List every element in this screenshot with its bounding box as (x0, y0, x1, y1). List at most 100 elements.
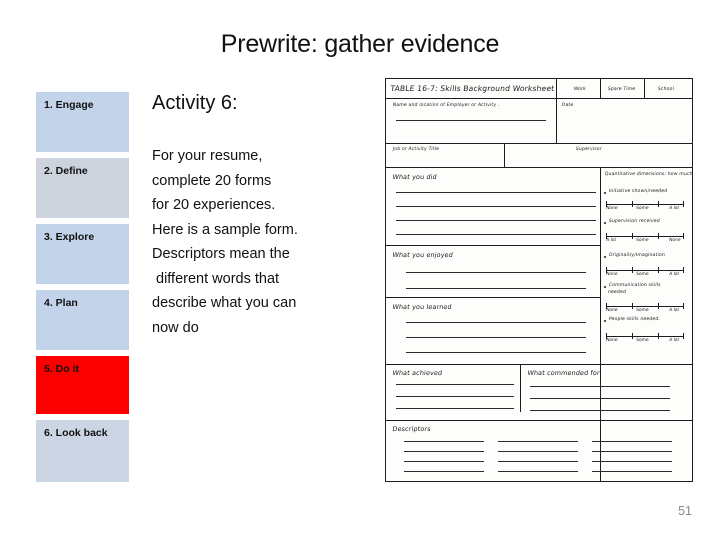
worksheet-divider (504, 143, 506, 167)
worksheet-divider (386, 245, 600, 247)
bullet-icon (604, 192, 607, 195)
sidebar-item-label: 4. Plan (44, 297, 78, 309)
write-line (592, 451, 672, 453)
write-line (530, 410, 670, 412)
write-line (406, 322, 586, 324)
write-line (404, 451, 484, 453)
sidebar-item-label: 2. Define (44, 165, 88, 177)
field-label-what-achieved: What achieved (392, 369, 443, 377)
rating-scale-supervision[interactable]: A lot Some None (606, 231, 685, 243)
write-line (396, 192, 596, 194)
scale-tick-label: None (605, 206, 618, 211)
skills-background-worksheet-image: TABLE 16-7: Skills Background Worksheet … (385, 78, 693, 482)
scale-tick-label: Some (635, 206, 649, 211)
rating-scale-initiative[interactable]: None Some A lot (605, 199, 685, 211)
write-line (404, 441, 484, 443)
field-label-what-commended: What commended for (527, 369, 601, 377)
scale-tick-label: Some (635, 338, 649, 343)
field-label-quantitative: Quantitative dimensions: how much; how m… (604, 172, 693, 177)
write-line (396, 408, 514, 410)
scale-tick-label: None (605, 338, 618, 343)
write-line (498, 441, 578, 443)
sidebar-item-look-back[interactable]: 6. Look back (36, 420, 129, 482)
write-line (396, 396, 514, 398)
bullet-icon (604, 222, 607, 225)
sidebar-item-label: 3. Explore (44, 231, 95, 243)
write-line (592, 441, 672, 443)
scale-label-people-skills: People skills needed. (608, 317, 661, 322)
scale-tick-label: A lot (668, 272, 680, 277)
instruction-line: Descriptors mean the (152, 246, 290, 262)
scale-label-originality: Originality/Imagination (608, 253, 666, 258)
activity-heading: Activity 6: (152, 92, 238, 114)
scale-tick-label: None (668, 238, 681, 243)
scale-tick-label: Some (635, 238, 649, 243)
bullet-icon (604, 320, 607, 323)
scale-tick-label: A lot (668, 308, 680, 313)
write-line (498, 451, 578, 453)
write-line (592, 461, 672, 463)
scale-tick-label: A lot (668, 338, 680, 343)
write-line (406, 272, 586, 274)
write-line (498, 461, 578, 463)
sidebar-item-define[interactable]: 2. Define (36, 158, 129, 218)
field-label-employer: Name and location of Employer or Activit… (392, 103, 500, 108)
worksheet-divider (386, 297, 600, 299)
worksheet-divider (386, 420, 692, 422)
instruction-line: describe what you can (152, 295, 297, 311)
field-label-what-you-enjoyed: What you enjoyed (392, 251, 454, 259)
write-line (404, 461, 484, 463)
scale-tick-label: Some (635, 272, 649, 277)
write-line (396, 234, 596, 236)
scale-label-initiative: Initiative shown/needed (608, 189, 668, 194)
field-label-job-title: Job or Activity Title (392, 147, 440, 152)
sidebar-item-engage[interactable]: 1. Engage (36, 92, 129, 152)
worksheet-divider (386, 98, 692, 100)
write-line (406, 288, 586, 290)
sidebar-item-label: 5. Do it (44, 363, 80, 375)
write-line (396, 220, 596, 222)
write-line (396, 384, 514, 386)
worksheet-divider (386, 167, 692, 169)
write-line (530, 386, 670, 388)
write-line (404, 471, 484, 473)
write-line (396, 206, 596, 208)
scale-label-supervision: Supervision received (608, 219, 661, 224)
scale-tick-label: None (605, 308, 618, 313)
rating-scale-originality[interactable]: None Some A lot (606, 265, 685, 277)
field-label-date: Date (561, 103, 574, 108)
field-label-what-you-did: What you did (392, 173, 438, 181)
page-number: 51 (678, 504, 692, 518)
worksheet-title: TABLE 16-7: Skills Background Worksheet (389, 84, 555, 93)
instruction-line: different words that (156, 270, 280, 287)
write-line (592, 481, 672, 482)
instruction-line: Here is a sample form. (152, 221, 298, 238)
sidebar-item-plan[interactable]: 4. Plan (36, 290, 129, 350)
scale-tick-label: A lot (668, 206, 680, 211)
rating-scale-communication[interactable]: None Some A lot (605, 301, 685, 313)
page-title: Prewrite: gather evidence (220, 30, 500, 58)
write-line (498, 481, 578, 482)
column-header-school: School (657, 86, 675, 92)
write-line (404, 481, 484, 482)
worksheet-divider (386, 143, 692, 145)
scale-label-communication: Communication skills needed (607, 283, 661, 295)
process-steps-sidebar: 1. Engage 2. Define 3. Explore 4. Plan 5… (36, 92, 129, 488)
sidebar-item-label: 1. Engage (44, 99, 94, 111)
instruction-line: complete 20 forms (152, 172, 272, 189)
bullet-icon (604, 256, 607, 259)
sidebar-item-explore[interactable]: 3. Explore (36, 224, 129, 284)
instruction-line: now do (152, 319, 199, 336)
sidebar-item-label: 6. Look back (44, 427, 108, 439)
column-header-work: Work (573, 86, 587, 92)
scale-tick-label: Some (635, 308, 649, 313)
worksheet-divider (386, 364, 692, 366)
bullet-icon (604, 286, 607, 289)
rating-scale-people-skills[interactable]: None Some A lot (605, 331, 685, 343)
write-line (498, 471, 578, 473)
sidebar-item-do-it[interactable]: 5. Do it (36, 356, 129, 414)
field-label-descriptors: Descriptors (392, 425, 432, 433)
instruction-line: for 20 experiences. (152, 197, 276, 213)
worksheet-divider (600, 167, 602, 481)
write-line (530, 398, 670, 400)
